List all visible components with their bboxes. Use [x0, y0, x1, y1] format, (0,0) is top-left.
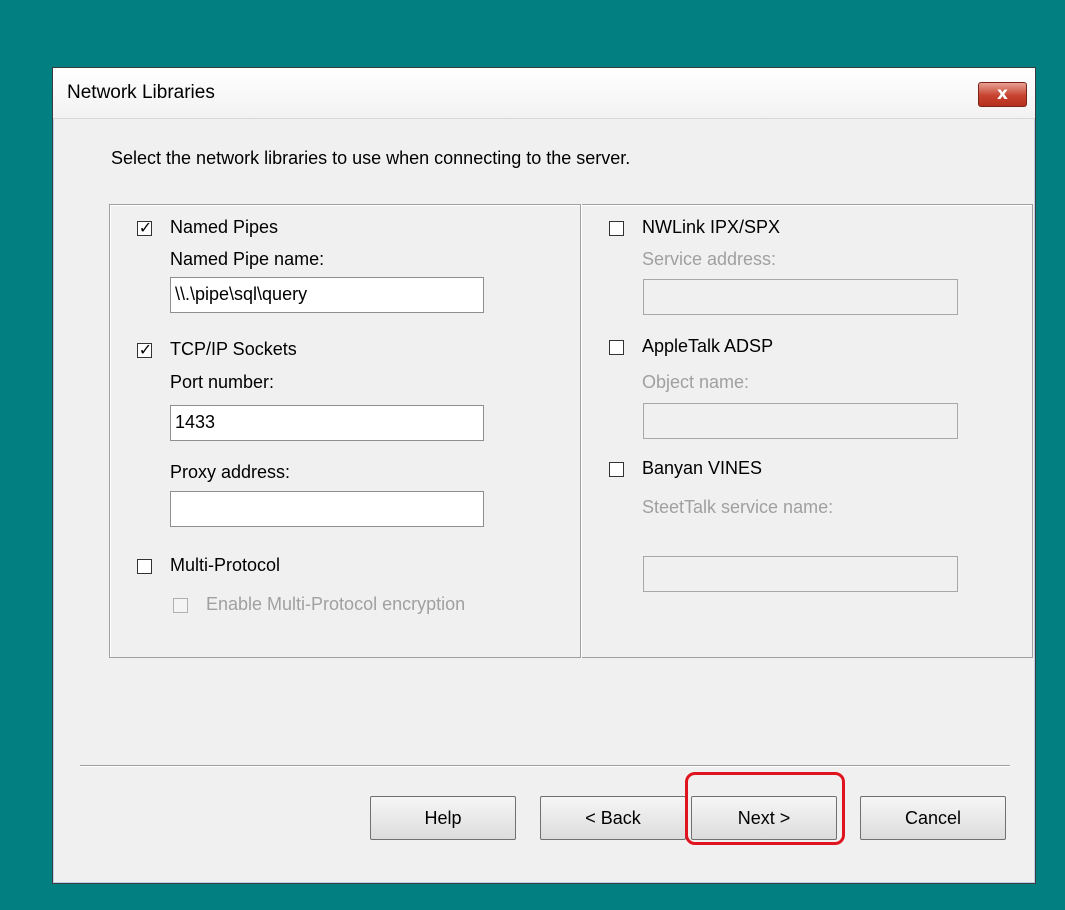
- close-button[interactable]: x: [978, 82, 1027, 107]
- checkmark-icon: ✓: [138, 340, 153, 359]
- streettalk-service-name-label: SteetTalk service name:: [642, 497, 834, 517]
- named-pipe-name-field[interactable]: \\.\pipe\sql\query: [170, 277, 484, 313]
- dialog-title: Network Libraries: [67, 82, 215, 103]
- named-pipes-checkbox[interactable]: ✓: [137, 218, 153, 237]
- cancel-button[interactable]: Cancel: [860, 796, 1006, 840]
- tcpip-sockets-label: TCP/IP Sockets: [170, 339, 297, 359]
- proxy-address-label: Proxy address:: [170, 462, 291, 482]
- multi-protocol-encryption-label: Enable Multi-Protocol encryption: [206, 594, 466, 614]
- button-separator: [80, 765, 1010, 767]
- service-address-label: Service address:: [642, 249, 777, 269]
- nwlink-checkbox[interactable]: [609, 221, 624, 236]
- multi-protocol-label: Multi-Protocol: [170, 555, 281, 575]
- close-icon: x: [997, 84, 1008, 104]
- instruction-text: Select the network libraries to use when…: [111, 148, 631, 168]
- service-address-field[interactable]: [643, 279, 958, 315]
- appletalk-checkbox[interactable]: [609, 340, 624, 355]
- named-pipes-label: Named Pipes: [170, 217, 279, 237]
- port-number-field[interactable]: 1433: [170, 405, 484, 441]
- title-bar[interactable]: Network Libraries x: [53, 68, 1035, 119]
- back-button[interactable]: < Back: [540, 796, 686, 840]
- next-button-highlight: [685, 772, 845, 845]
- named-pipe-name-label: Named Pipe name:: [170, 249, 325, 269]
- appletalk-label: AppleTalk ADSP: [642, 336, 774, 356]
- network-libraries-dialog: Network Libraries x Select the network l…: [52, 67, 1036, 884]
- banyan-vines-checkbox[interactable]: [609, 462, 624, 477]
- proxy-address-field[interactable]: [170, 491, 484, 527]
- port-number-label: Port number:: [170, 372, 275, 392]
- multi-protocol-encryption-checkbox[interactable]: [173, 598, 188, 613]
- object-name-label: Object name:: [642, 372, 750, 392]
- banyan-vines-label: Banyan VINES: [642, 458, 763, 478]
- multi-protocol-checkbox[interactable]: [137, 559, 152, 574]
- help-button[interactable]: Help: [370, 796, 516, 840]
- group-divider: [580, 204, 582, 658]
- object-name-field[interactable]: [643, 403, 958, 439]
- nwlink-label: NWLink IPX/SPX: [642, 217, 781, 237]
- tcpip-sockets-checkbox[interactable]: ✓: [137, 340, 153, 359]
- streettalk-service-name-field[interactable]: [643, 556, 958, 592]
- checkmark-icon: ✓: [138, 218, 153, 237]
